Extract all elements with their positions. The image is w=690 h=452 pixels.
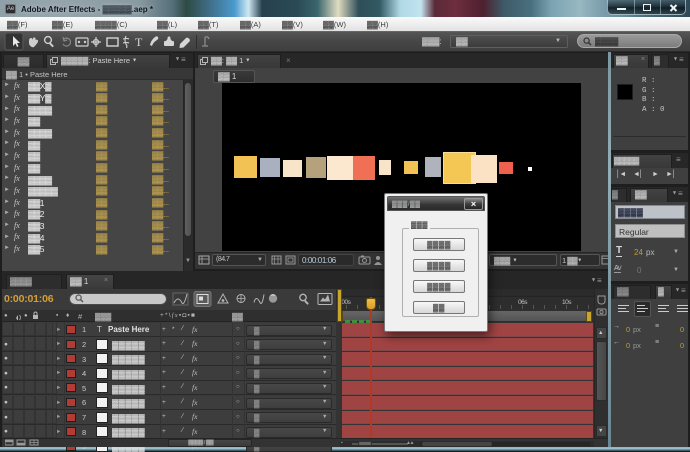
- svg-text:T: T: [135, 35, 143, 49]
